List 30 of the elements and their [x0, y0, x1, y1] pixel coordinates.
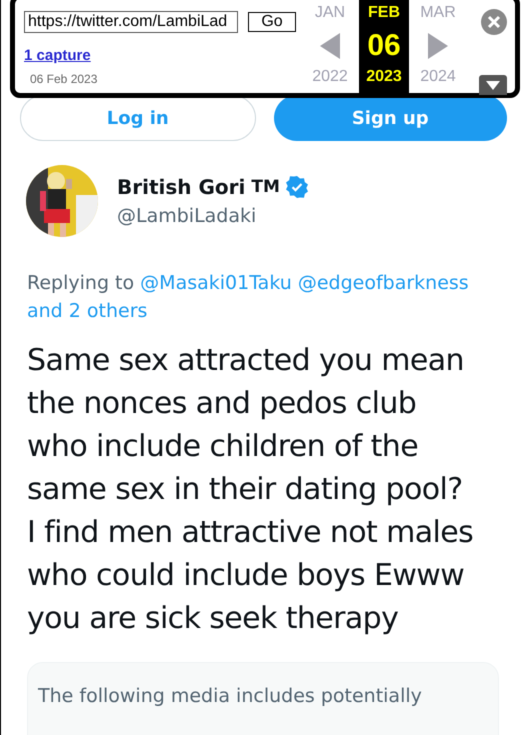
- month-label: MAR: [420, 4, 456, 23]
- media-notice-text: The following media includes potentially: [38, 685, 422, 707]
- trademark-label: TM: [251, 177, 280, 197]
- caret-icon: [486, 80, 500, 90]
- signup-button[interactable]: Sign up: [274, 95, 507, 141]
- tweet-text: Same sex attracted you mean the nonces and pedos club who include children of the same sex in their dating pool? I find men attractive not males who could include boys Ewww you are sick seek therapy: [26, 342, 474, 638]
- mention-link[interactable]: @Masaki01Taku: [140, 272, 292, 294]
- url-field[interactable]: https://twitter.com/LambiLad: [24, 11, 238, 33]
- day-label: 06: [367, 28, 401, 64]
- capture-date: 06 Feb 2023: [30, 72, 98, 86]
- mention-link[interactable]: @edgeofbarkness: [298, 272, 469, 294]
- others-link[interactable]: and 2 others: [27, 300, 148, 322]
- previous-icon[interactable]: [320, 33, 340, 59]
- next-icon[interactable]: [428, 33, 448, 59]
- dropdown-button[interactable]: [479, 75, 507, 95]
- login-button[interactable]: Log in: [20, 95, 256, 141]
- author-name: British Gori: [117, 175, 246, 199]
- month-label: FEB: [368, 4, 400, 23]
- year-label: 2022: [312, 68, 348, 86]
- captures-link[interactable]: 1 capture: [24, 47, 91, 64]
- calendar-month[interactable]: MAR 2024: [415, 0, 461, 93]
- calendar-month[interactable]: JAN 2022: [307, 0, 353, 93]
- year-label: 2023: [366, 68, 402, 86]
- author-handle: @LambiLadaki: [117, 205, 258, 227]
- calendar-month[interactable]: FEB 06 2023: [359, 0, 409, 93]
- replying-to-text: Replying to @Masaki01Taku @edgeofbarkness and 2 others: [26, 271, 470, 324]
- year-label: 2024: [420, 68, 456, 86]
- go-button[interactable]: Go: [248, 12, 296, 32]
- close-icon[interactable]: [481, 9, 507, 35]
- month-label: JAN: [314, 4, 346, 23]
